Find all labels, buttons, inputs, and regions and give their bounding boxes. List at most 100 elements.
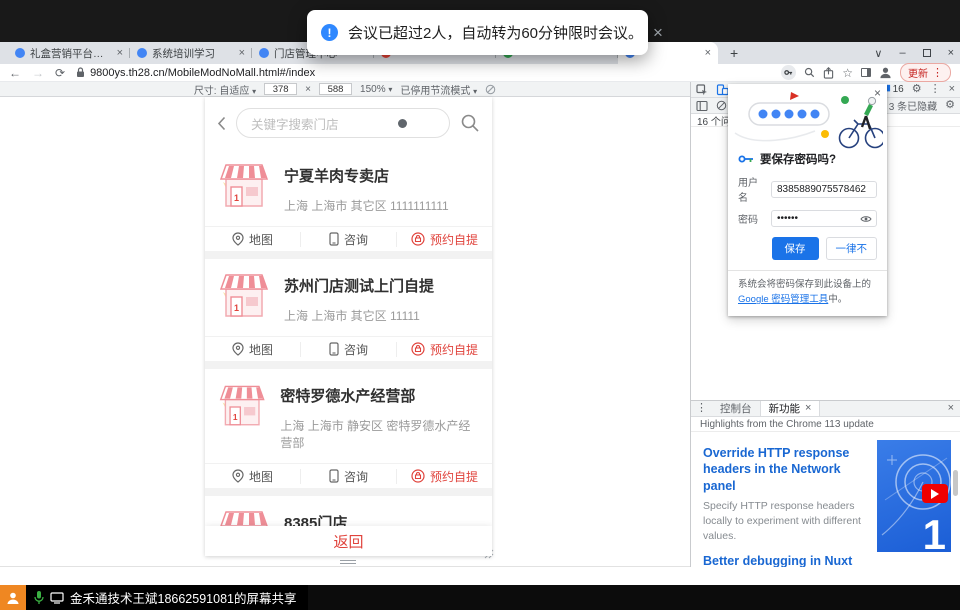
drawer-scrollbar[interactable] <box>953 470 958 496</box>
dialog-title: 要保存密码吗? <box>760 151 836 167</box>
save-password-dialog: × 要保存密码吗? 用户名 <box>728 84 887 316</box>
issues-count: 16 <box>893 84 904 95</box>
store-row[interactable]: 1 宁夏羊肉专卖店 上海 上海市 其它区 1111111111 <box>205 149 492 226</box>
username-value: 8385889075578462 <box>777 184 866 195</box>
play-button[interactable] <box>922 484 948 503</box>
sharer-avatar[interactable] <box>0 585 26 610</box>
store-actions: 地图 咨询 预约自提 <box>205 226 492 251</box>
dimension-separator: × <box>305 84 311 95</box>
map-button[interactable]: 地图 <box>205 469 300 484</box>
devtools-close-icon[interactable]: × <box>949 84 955 95</box>
inspect-element-icon[interactable] <box>696 84 708 96</box>
url-field[interactable]: 9800ys.th28.cn/MobileModNoMall.html#/ind… <box>76 67 315 79</box>
console-sidebar-icon[interactable] <box>696 100 708 112</box>
consult-label: 咨询 <box>344 468 368 485</box>
close-window-button[interactable]: × <box>948 47 954 59</box>
dimensions-select[interactable]: 尺寸: 自适应 ▾ <box>194 82 256 97</box>
consult-label: 咨询 <box>344 231 368 248</box>
microphone-icon <box>34 590 44 605</box>
pickup-icon <box>411 469 425 483</box>
bookmark-star-icon[interactable]: ☆ <box>842 66 853 80</box>
meeting-toast: ! 会议已超过2人，自动转为60分钟限时会议。 × <box>307 10 648 55</box>
username-field[interactable]: 8385889075578462 <box>771 181 877 198</box>
map-button[interactable]: 地图 <box>205 342 300 357</box>
tab-search-chevron-icon[interactable]: ∨ <box>874 47 882 60</box>
store-name: 密特罗德水产经营部 <box>280 385 480 406</box>
profile-avatar-icon[interactable] <box>879 66 892 79</box>
devtools-kebab-icon[interactable]: ⋮ <box>930 84 941 95</box>
svg-text:1: 1 <box>233 412 238 422</box>
throttling-select[interactable]: 已停用节流模式 ▾ <box>400 82 477 97</box>
pickup-icon <box>411 232 425 246</box>
back-icon[interactable]: ← <box>9 67 21 79</box>
tab-gift-marketing[interactable]: 礼盒营销平台管理中心 × <box>8 42 130 64</box>
tab-close-icon[interactable]: × <box>705 47 711 59</box>
store-card: 1 苏州门店测试上门自提 上海 上海市 其它区 11111 地图 咨询 <box>205 259 492 361</box>
store-row[interactable]: 1 苏州门店测试上门自提 上海 上海市 其它区 11111 <box>205 259 492 336</box>
pickup-button[interactable]: 预约自提 <box>396 469 492 484</box>
password-key-icon[interactable] <box>781 65 796 80</box>
drawer-kebab-icon[interactable]: ⋮ <box>691 403 712 414</box>
emulator-canvas: 关键字搜索门店 1 <box>0 97 690 567</box>
consult-button[interactable]: 咨询 <box>300 232 396 247</box>
screen: ! 会议已超过2人，自动转为60分钟限时会议。 × 礼盒营销平台管理中心 × 系… <box>0 0 960 610</box>
window-controls: ∨ – × <box>874 42 954 64</box>
tab-training[interactable]: 系统培训学习 × <box>130 42 252 64</box>
tab-whats-new[interactable]: 新功能 × <box>760 401 821 416</box>
consult-button[interactable]: 咨询 <box>300 342 396 357</box>
storefront-icon: 1 <box>217 380 267 434</box>
screen-share-bar: 金禾通技术王斌18662591081的屏幕共享 <box>0 585 960 610</box>
article-link[interactable]: Better debugging in Nuxt and Vite <box>703 553 875 567</box>
console-settings-icon[interactable]: ⚙ <box>945 100 955 111</box>
password-manager-link[interactable]: Google 密码管理工具 <box>738 294 828 305</box>
reload-icon[interactable]: ⟳ <box>55 67 65 79</box>
store-actions: 地图 咨询 预约自提 <box>205 336 492 361</box>
emulator-drag-handle[interactable] <box>340 560 356 566</box>
pickup-button[interactable]: 预约自提 <box>396 232 492 247</box>
tab-close-icon[interactable]: × <box>805 403 811 414</box>
article-link[interactable]: Override HTTP response headers in the Ne… <box>703 445 875 494</box>
forward-icon[interactable]: → <box>32 67 44 79</box>
tab-console[interactable]: 控制台 <box>712 401 760 416</box>
footer-text-suffix: 中。 <box>828 294 847 305</box>
toast-close-icon[interactable]: × <box>653 23 663 43</box>
save-button[interactable]: 保存 <box>772 237 819 260</box>
new-tab-button[interactable]: + <box>730 45 738 61</box>
show-password-eye-icon[interactable] <box>860 215 872 223</box>
person-icon <box>6 591 20 605</box>
app-back-button[interactable]: 返回 <box>205 526 492 556</box>
app-back-chevron-icon[interactable] <box>217 116 226 131</box>
chrome-update-button[interactable]: 更新 ⋮ <box>900 63 951 82</box>
minimize-button[interactable]: – <box>899 47 905 59</box>
tab-close-icon[interactable]: × <box>117 47 123 59</box>
drawer-close-icon[interactable]: × <box>948 403 954 414</box>
menu-kebab-icon[interactable]: ⋮ <box>932 66 943 79</box>
svg-text:1: 1 <box>234 193 239 203</box>
toast-message: 会议已超过2人，自动转为60分钟限时会议。 <box>348 22 643 43</box>
play-icon <box>931 489 939 499</box>
consult-button[interactable]: 咨询 <box>300 469 396 484</box>
store-search-input[interactable]: 关键字搜索门店 <box>236 108 450 138</box>
store-row[interactable]: 1 密特罗德水产经营部 上海 上海市 静安区 密特罗德水产经营部 <box>205 369 492 463</box>
address-bar-actions: ☆ 更新 ⋮ <box>781 63 951 82</box>
maximize-button[interactable] <box>923 49 931 57</box>
devtools-settings-icon[interactable]: ⚙ <box>912 84 922 95</box>
password-field[interactable]: •••••• <box>771 210 877 227</box>
side-panel-icon[interactable] <box>861 68 871 77</box>
tab-close-icon[interactable]: × <box>239 47 245 59</box>
zoom-select[interactable]: 150% ▾ <box>360 84 392 95</box>
share-icon[interactable] <box>823 67 834 79</box>
zoom-icon[interactable] <box>804 67 815 78</box>
dialog-close-icon[interactable]: × <box>874 86 881 100</box>
viewport-width-input[interactable]: 378 <box>264 83 297 95</box>
clear-console-icon[interactable] <box>716 100 727 111</box>
search-icon[interactable] <box>460 113 480 133</box>
username-label: 用户名 <box>738 174 765 204</box>
rotate-disabled-icon[interactable] <box>485 84 496 95</box>
hidden-messages-link[interactable]: 3 条已隐藏 <box>889 98 937 113</box>
never-button[interactable]: 一律不 <box>826 237 878 260</box>
map-button[interactable]: 地图 <box>205 232 300 247</box>
viewport-height-input[interactable]: 588 <box>319 83 352 95</box>
pickup-button[interactable]: 预约自提 <box>396 342 492 357</box>
store-search-bar: 关键字搜索门店 <box>205 97 492 149</box>
